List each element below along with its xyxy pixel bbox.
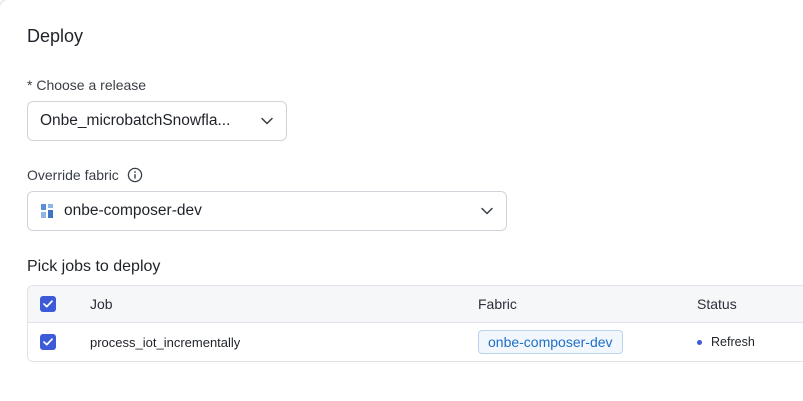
- release-label-text: * Choose a release: [27, 77, 147, 93]
- checkbox-checked-icon: [40, 334, 56, 350]
- info-icon[interactable]: [127, 167, 143, 183]
- fabric-tag: onbe-composer-dev: [478, 330, 623, 354]
- jobs-section-title: Pick jobs to deploy: [27, 258, 161, 275]
- table-row: process_iot_incrementally onbe-composer-…: [28, 323, 803, 361]
- table-header: Job Fabric Status: [28, 286, 803, 323]
- fabric-label: Override fabric: [27, 167, 143, 183]
- fabric-select[interactable]: onbe-composer-dev: [27, 191, 507, 231]
- chevron-down-icon: [480, 204, 494, 218]
- checkbox-checked-icon: [40, 296, 56, 312]
- page-title: Deploy: [27, 26, 84, 46]
- fabric-label-text: Override fabric: [27, 167, 119, 183]
- select-all-checkbox[interactable]: [40, 286, 56, 322]
- fabric-icon: [40, 203, 54, 219]
- job-status: Refresh: [711, 335, 755, 349]
- fabric-select-value: onbe-composer-dev: [64, 202, 202, 219]
- release-label: * Choose a release: [27, 77, 146, 93]
- release-select[interactable]: Onbe_microbatchSnowfla...: [27, 101, 287, 141]
- job-name: process_iot_incrementally: [90, 334, 241, 350]
- deploy-panel: Deploy * Choose a release Onbe_microbatc…: [0, 0, 803, 401]
- column-header-job: Job: [90, 296, 113, 312]
- column-header-status: Status: [697, 296, 737, 312]
- chevron-down-icon: [260, 114, 274, 128]
- job-fabric-cell: onbe-composer-dev: [478, 323, 623, 361]
- row-checkbox[interactable]: [40, 323, 56, 361]
- status-dot-icon: [697, 339, 702, 345]
- job-status-cell: Refresh: [697, 323, 755, 361]
- jobs-table: Job Fabric Status process_iot_incrementa…: [27, 285, 803, 362]
- column-header-fabric: Fabric: [478, 296, 517, 312]
- release-select-value: Onbe_microbatchSnowfla...: [40, 112, 231, 129]
